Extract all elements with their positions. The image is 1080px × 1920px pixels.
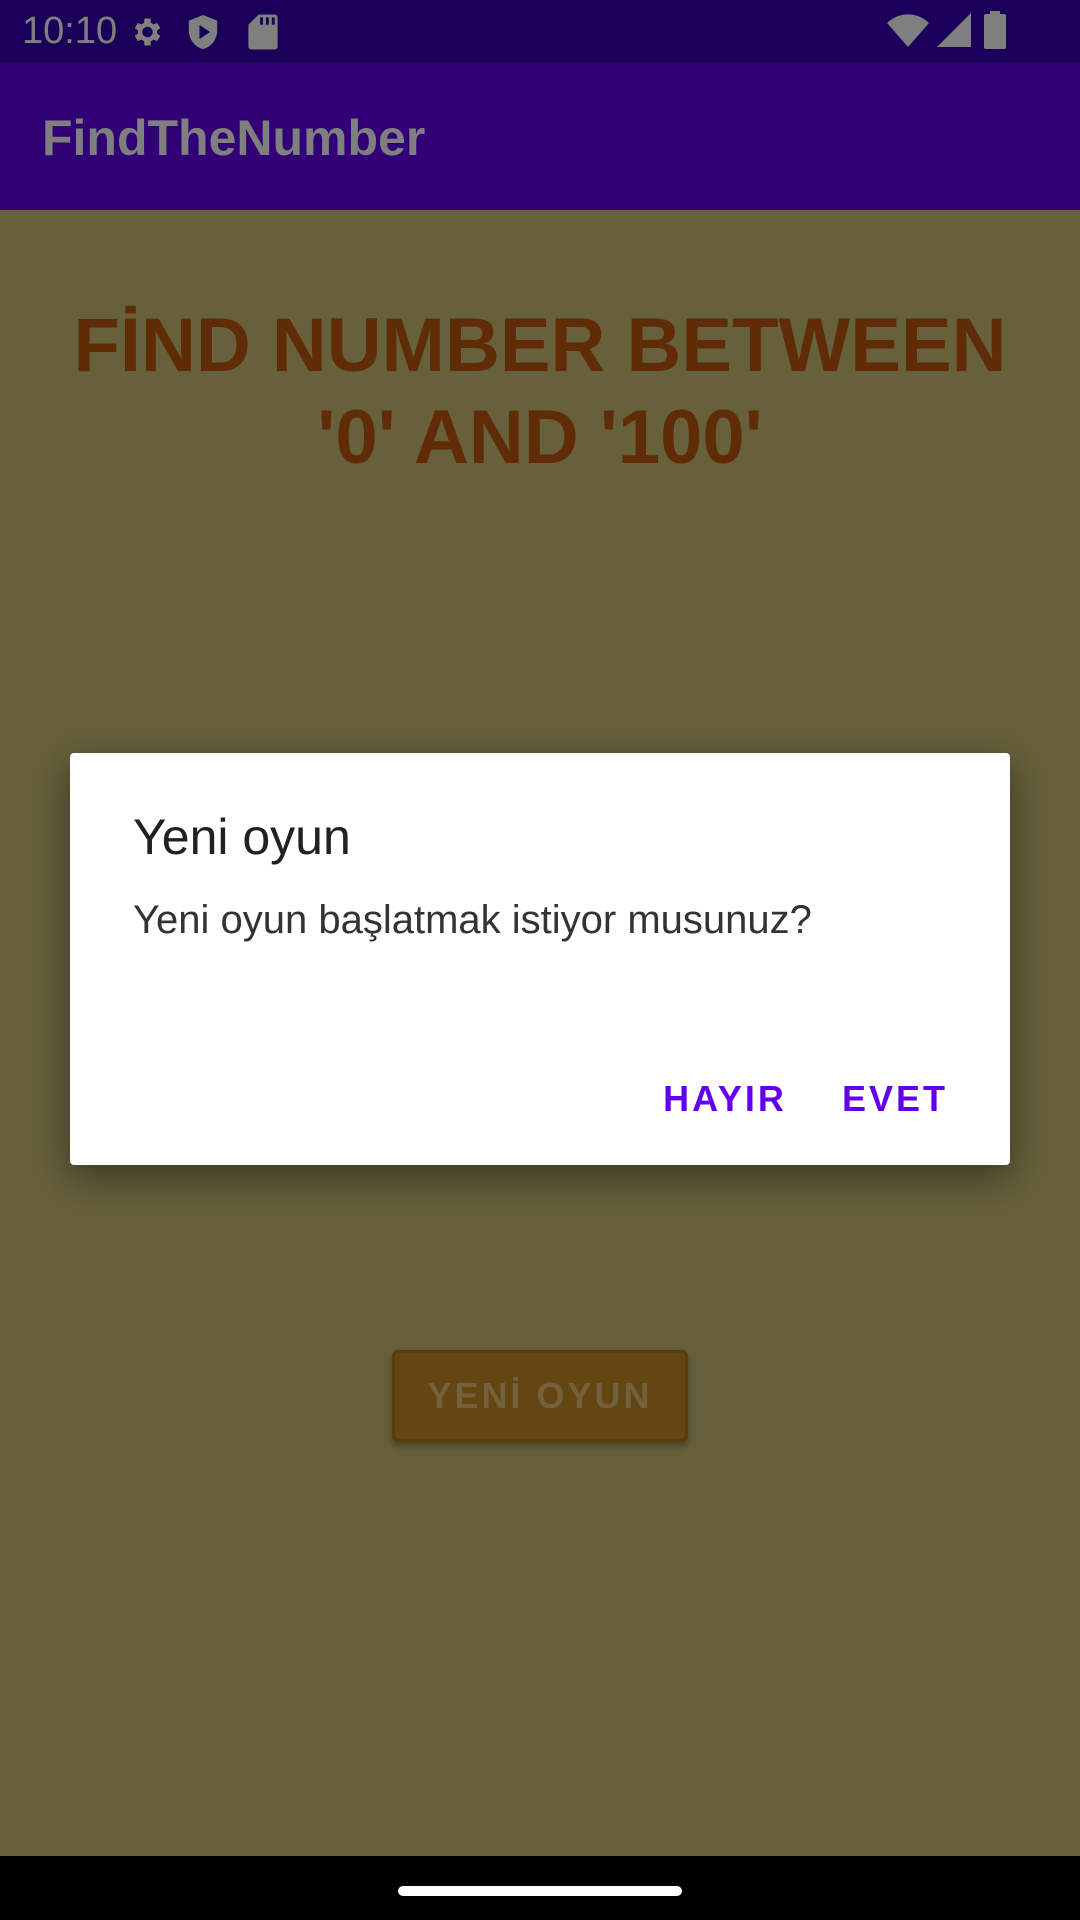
new-game-dialog: Yeni oyun Yeni oyun başlatmak istiyor mu… — [70, 753, 1010, 1165]
home-gesture-handle[interactable] — [398, 1886, 682, 1896]
navigation-bar — [0, 1856, 1080, 1920]
no-button[interactable]: HAYIR — [650, 1064, 800, 1134]
yes-button[interactable]: EVET — [830, 1064, 960, 1134]
dialog-message: Yeni oyun başlatmak istiyor musunuz? — [133, 898, 812, 942]
dialog-title: Yeni oyun — [133, 809, 351, 865]
